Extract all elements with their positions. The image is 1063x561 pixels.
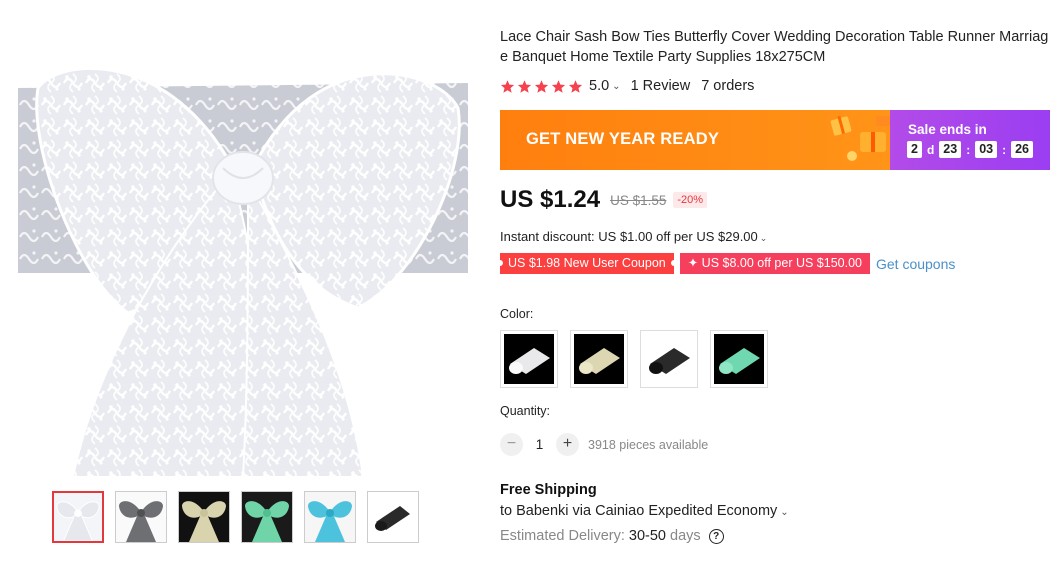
help-icon[interactable]: ? xyxy=(708,528,724,544)
get-coupons-link[interactable]: Get coupons xyxy=(876,256,955,272)
chevron-down-icon[interactable]: ⌄ xyxy=(612,81,620,92)
thumbnail-turquoise[interactable] xyxy=(304,491,356,543)
white-lace-bow-thumb xyxy=(54,493,102,541)
delivery-label: Estimated Delivery: xyxy=(500,528,625,544)
gift-decoration-icon xyxy=(830,115,890,161)
delivery-days-unit: days xyxy=(670,528,701,544)
estimated-delivery: Estimated Delivery: 30-50 days ? xyxy=(500,528,724,544)
star-icon xyxy=(568,79,583,93)
countdown-days: 2 xyxy=(907,141,922,158)
color-swatches xyxy=(500,330,768,388)
countdown-separator: : xyxy=(966,142,971,157)
rating-value[interactable]: 5.0 xyxy=(589,78,609,94)
coupon-row: US $1.98 New User Coupon ✦ US $8.00 off … xyxy=(497,253,955,274)
mint-lace-roll-swatch xyxy=(714,334,764,384)
countdown-hours: 23 xyxy=(939,141,962,158)
thumbnail-mint[interactable] xyxy=(241,491,293,543)
color-option-ivory[interactable] xyxy=(570,330,628,388)
rating-stars xyxy=(500,79,583,94)
chevron-down-icon: ⌄ xyxy=(780,507,789,518)
color-option-white[interactable] xyxy=(500,330,558,388)
quantity-decrease-button[interactable]: − xyxy=(500,433,523,456)
new-user-coupon[interactable]: US $1.98 New User Coupon xyxy=(497,253,677,274)
lace-chair-sash-bow-image xyxy=(18,28,468,477)
sale-countdown-panel: Sale ends in 2 d 23 : 03 : 26 xyxy=(890,110,1050,170)
delivery-days-value: 30-50 xyxy=(628,528,666,544)
star-icon xyxy=(534,79,549,93)
shipping-destination[interactable]: to Babenki via Cainiao Expedited Economy… xyxy=(500,503,799,519)
promo-banner[interactable]: GET NEW YEAR READY Sale ends in 2 d 23 :… xyxy=(500,110,1050,170)
promo-banner-left: GET NEW YEAR READY xyxy=(500,110,890,170)
thumbnail-ivory[interactable] xyxy=(178,491,230,543)
ivory-lace-roll-swatch xyxy=(574,334,624,384)
color-label: Color: xyxy=(500,307,534,321)
quantity-value[interactable]: 1 xyxy=(523,437,556,452)
thumbnail-strip xyxy=(52,491,419,543)
turquoise-lace-bow-thumb xyxy=(305,492,355,542)
mint-lace-bow-thumb xyxy=(242,492,292,542)
chevron-down-icon: ⌄ xyxy=(759,233,768,243)
gray-lace-bow-thumb xyxy=(116,492,166,542)
instant-discount[interactable]: Instant discount: US $1.00 off per US $2… xyxy=(500,229,767,244)
quantity-increase-button[interactable]: + xyxy=(556,433,579,456)
thumbnail-black-roll[interactable] xyxy=(367,491,419,543)
color-option-mint[interactable] xyxy=(710,330,768,388)
star-icon xyxy=(500,79,515,93)
shipping-title: Free Shipping xyxy=(500,482,597,498)
thumbnail-gray[interactable] xyxy=(115,491,167,543)
orders-count: 7 orders xyxy=(701,78,755,94)
black-lace-roll-thumb xyxy=(368,492,418,542)
ivory-lace-bow-thumb xyxy=(179,492,229,542)
main-product-image[interactable] xyxy=(18,28,468,477)
black-lace-roll-swatch xyxy=(644,334,694,384)
pieces-available: 3918 pieces available xyxy=(588,437,709,452)
reviews-link[interactable]: 1 Review xyxy=(631,78,691,94)
countdown-timer: 2 d 23 : 03 : 26 xyxy=(907,141,1034,158)
star-icon xyxy=(517,79,532,93)
discount-badge: -20% xyxy=(673,192,708,208)
current-price: US $1.24 xyxy=(500,186,601,213)
instant-discount-text: Instant discount: US $1.00 off per US $2… xyxy=(500,229,758,244)
sale-ends-label: Sale ends in xyxy=(908,122,987,137)
countdown-minutes: 03 xyxy=(975,141,998,158)
price-row: US $1.24 US $1.55 -20% xyxy=(500,186,708,214)
white-lace-roll-swatch xyxy=(504,334,554,384)
rating-row: 5.0 ⌄ 1 Review 7 orders xyxy=(500,77,754,95)
countdown-days-unit: d xyxy=(926,142,935,157)
star-icon xyxy=(551,79,566,93)
shipping-destination-text: to Babenki via Cainiao Expedited Economy xyxy=(500,503,778,519)
countdown-seconds: 26 xyxy=(1011,141,1034,158)
product-title: Lace Chair Sash Bow Ties Butterfly Cover… xyxy=(500,29,1049,65)
store-coupon[interactable]: ✦ US $8.00 off per US $150.00 xyxy=(679,253,870,274)
quantity-stepper: − 1 + 3918 pieces available xyxy=(500,433,708,456)
countdown-separator: : xyxy=(1002,142,1007,157)
color-option-black[interactable] xyxy=(640,330,698,388)
original-price: US $1.55 xyxy=(610,192,667,208)
promo-text: GET NEW YEAR READY xyxy=(526,130,720,148)
thumbnail-white[interactable] xyxy=(52,491,104,543)
quantity-label: Quantity: xyxy=(500,404,551,418)
